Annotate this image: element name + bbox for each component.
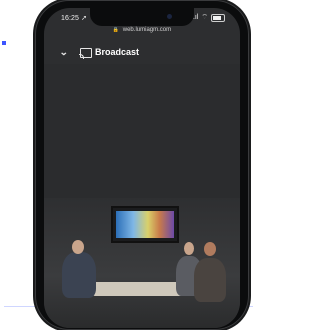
page-title: Broadcast xyxy=(95,47,140,57)
wall-screen-display xyxy=(116,211,174,238)
wall-screen xyxy=(111,206,179,243)
chevron-down-icon[interactable]: ⌄ xyxy=(59,47,68,58)
status-right: .ıl ⌔ xyxy=(193,13,225,22)
broadcast-video[interactable] xyxy=(44,198,240,328)
accent-marker xyxy=(2,41,6,45)
person-right-2-head xyxy=(204,242,216,256)
signal-icon: .ıl xyxy=(192,14,199,21)
lock-icon: 🔒 xyxy=(112,27,120,33)
time-text: 16:25 xyxy=(61,15,80,22)
status-bar: 16:25 ➚ .ıl ⌔ xyxy=(44,8,240,26)
person-right-1-head xyxy=(184,242,194,255)
cast-icon[interactable] xyxy=(79,48,92,59)
person-left xyxy=(62,252,96,298)
location-icon: ➚ xyxy=(81,15,88,22)
url-text: web.lumiagm.com xyxy=(122,27,172,33)
phone-frame: 16:25 ➚ .ıl ⌔ 🔒 web.lumiagm.com ⌄ Broadc… xyxy=(35,0,249,330)
person-right-2 xyxy=(194,258,226,302)
broadcast-content xyxy=(44,64,240,198)
app-header: ⌄ Broadcast xyxy=(44,44,240,64)
address-bar[interactable]: 🔒 web.lumiagm.com xyxy=(44,27,240,39)
person-left-head xyxy=(72,240,84,254)
status-time: 16:25 ➚ xyxy=(61,14,87,22)
phone-screen: 16:25 ➚ .ıl ⌔ 🔒 web.lumiagm.com ⌄ Broadc… xyxy=(44,8,240,328)
battery-icon xyxy=(211,13,225,22)
wifi-icon: ⌔ xyxy=(201,14,208,21)
